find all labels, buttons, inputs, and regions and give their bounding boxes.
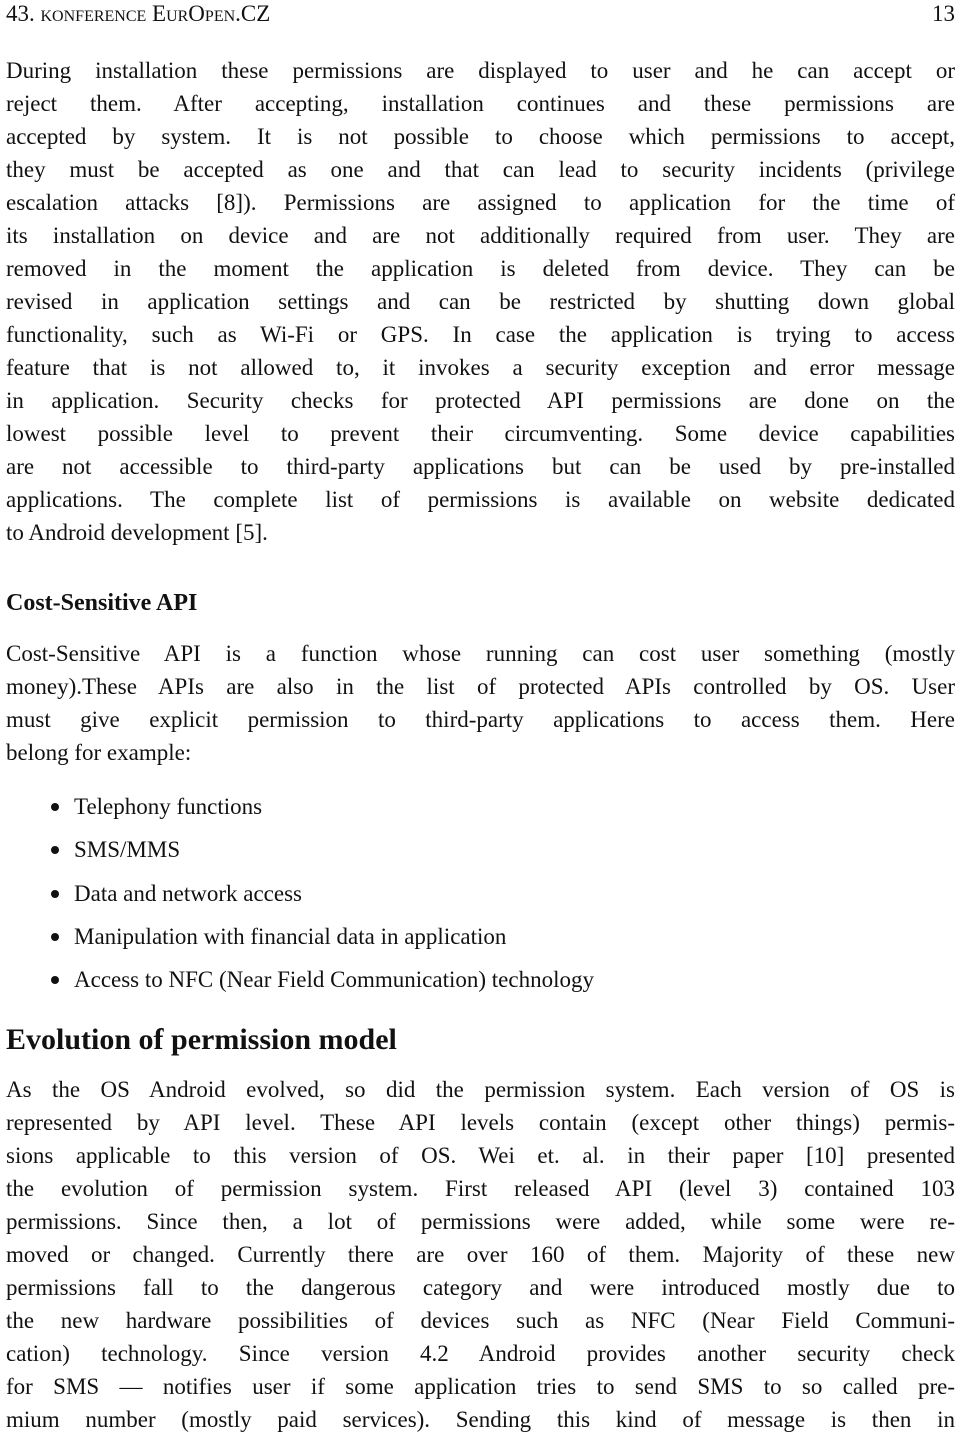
subsection-heading: Cost-Sensitive API bbox=[6, 590, 198, 616]
page-number: 13 bbox=[932, 1, 955, 26]
text-line: As the OS Android evolved, so did the pe… bbox=[6, 1077, 955, 1102]
list-item-text: Data and network access bbox=[74, 880, 302, 906]
text-line: its installation on device and are not a… bbox=[6, 223, 955, 248]
text-line: in application. Security checks for prot… bbox=[6, 388, 955, 413]
text-line: cation) technology. Since version 4.2 An… bbox=[6, 1341, 955, 1366]
list-item: Telephony functions bbox=[6, 785, 594, 828]
list-item: Manipulation with financial data in appl… bbox=[6, 915, 594, 958]
bullet-list: Telephony functions SMS/MMS Data and net… bbox=[6, 785, 594, 1001]
bullet-icon bbox=[51, 803, 59, 811]
text-line: feature that is not allowed to, it invok… bbox=[6, 355, 955, 380]
text-line: revised in application settings and can … bbox=[6, 289, 955, 314]
text-line: belong for example: bbox=[6, 740, 192, 765]
text-line: the evolution of permission system. Firs… bbox=[6, 1176, 955, 1201]
paragraph-permissions: During installation these permissions ar… bbox=[6, 54, 955, 549]
bullet-icon bbox=[51, 846, 59, 855]
text-line: removed in the moment the application is… bbox=[6, 256, 955, 281]
list-item-text: Manipulation with financial data in appl… bbox=[74, 923, 507, 949]
text-line: represented by API level. These API leve… bbox=[6, 1110, 955, 1135]
paragraph-evolution: As the OS Android evolved, so did the pe… bbox=[6, 1073, 955, 1436]
text-line: During installation these permissions ar… bbox=[6, 58, 955, 83]
text-line: permissions. Since then, a lot of permis… bbox=[6, 1209, 955, 1234]
text-line: escalation attacks [8]). Permissions are… bbox=[6, 190, 955, 215]
text-line: mium number (mostly paid services). Send… bbox=[6, 1407, 955, 1432]
text-line: to Android development [5]. bbox=[6, 520, 268, 545]
list-item-text: SMS/MMS bbox=[74, 837, 181, 863]
text-line: moved or changed. Currently there are ov… bbox=[6, 1242, 955, 1267]
running-title: 43. konference EurOpen.CZ bbox=[6, 1, 271, 26]
text-line: they must be accepted as one and that ca… bbox=[6, 157, 955, 182]
bullet-icon bbox=[51, 976, 59, 985]
text-line: accepted by system. It is not possible t… bbox=[6, 124, 955, 149]
text-line: for SMS — notifies user if some applicat… bbox=[6, 1374, 955, 1399]
text-line: sions applicable to this version of OS. … bbox=[6, 1143, 955, 1168]
page-header: 43. konference EurOpen.CZ 13 bbox=[6, 0, 955, 30]
list-item-text: Telephony functions bbox=[74, 794, 263, 819]
text-line: money).These APIs are also in the list o… bbox=[6, 674, 955, 699]
bullet-icon bbox=[51, 932, 59, 941]
paragraph-cost-sensitive: Cost-Sensitive API is a function whose r… bbox=[6, 637, 955, 769]
text-line: must give explicit permission to third-p… bbox=[6, 707, 955, 732]
text-line: lowest possible level to prevent their c… bbox=[6, 421, 955, 446]
text-line: permissions fall to the dangerous catego… bbox=[6, 1275, 955, 1300]
bullet-icon bbox=[51, 889, 59, 898]
text-line: are not accessible to third-party applic… bbox=[6, 454, 955, 479]
text-line: applications. The complete list of permi… bbox=[6, 487, 955, 512]
list-item: Access to NFC (Near Field Communication)… bbox=[6, 958, 594, 1001]
text-line: reject them. After accepting, installati… bbox=[6, 91, 955, 116]
list-item: SMS/MMS bbox=[6, 828, 594, 871]
list-item: Data and network access bbox=[6, 872, 594, 915]
text-line: Cost-Sensitive API is a function whose r… bbox=[6, 641, 955, 666]
text-line: the new hardware possibilities of device… bbox=[6, 1308, 955, 1333]
text-line: functionality, such as Wi-Fi or GPS. In … bbox=[6, 322, 955, 347]
section-heading: Evolution of permission model bbox=[6, 1023, 397, 1056]
list-item-text: Access to NFC (Near Field Communication)… bbox=[74, 967, 594, 993]
